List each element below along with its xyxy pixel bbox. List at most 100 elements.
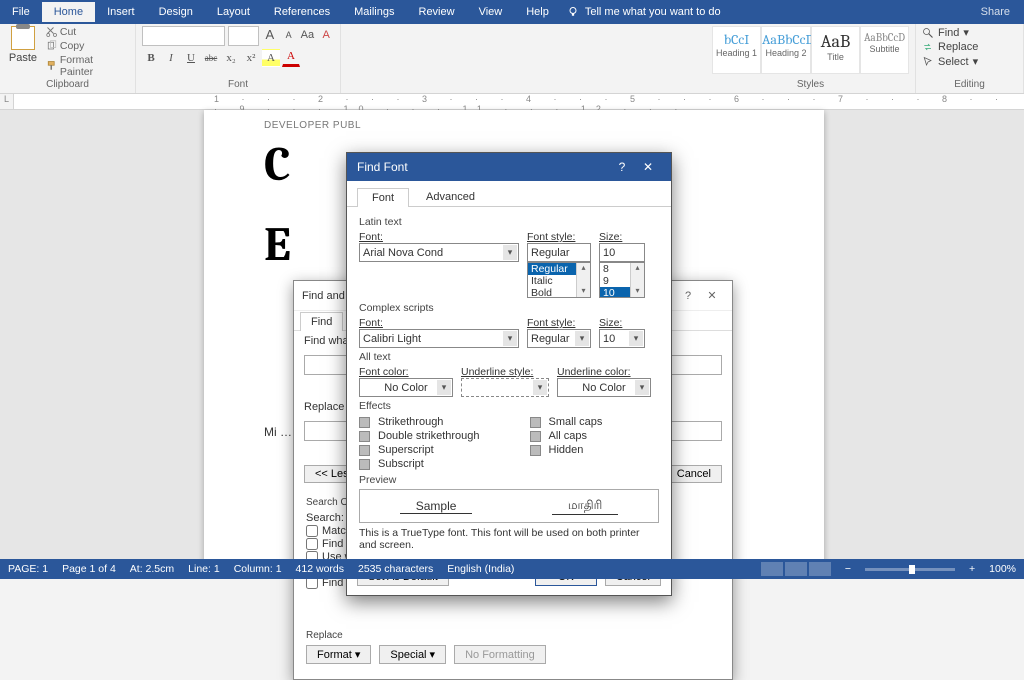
cb-small-caps[interactable]: Small caps	[530, 416, 603, 428]
ff-tab-font[interactable]: Font	[357, 188, 409, 207]
cb-all-caps[interactable]: All caps	[530, 430, 603, 442]
view-buttons[interactable]	[761, 562, 831, 576]
status-page-of[interactable]: Page 1 of 4	[62, 563, 116, 575]
italic-button[interactable]: I	[162, 49, 180, 67]
cb-subscript[interactable]: Subscript	[359, 458, 480, 470]
format-painter-button[interactable]: Format Painter	[46, 54, 129, 78]
tab-insert[interactable]: Insert	[95, 2, 147, 22]
bold-button[interactable]: B	[142, 49, 160, 67]
style-tile-title[interactable]: AaBTitle	[811, 26, 860, 74]
replace-button[interactable]: Replace	[922, 41, 1017, 53]
tab-mailings[interactable]: Mailings	[342, 2, 406, 22]
font-color-combo[interactable]: No Color▾	[359, 378, 453, 397]
change-case-button[interactable]: Aa	[300, 26, 316, 44]
fr-cancel-button[interactable]: Cancel	[666, 465, 722, 483]
font-size-combo[interactable]	[228, 26, 259, 46]
status-characters[interactable]: 2535 characters	[358, 563, 433, 575]
preview-label: Preview	[359, 474, 659, 486]
latin-size-combo[interactable]: 10	[599, 243, 645, 262]
find-font-dialog: Find Font ? ✕ Font Advanced Latin text F…	[346, 152, 672, 596]
ff-titlebar[interactable]: Find Font ? ✕	[347, 153, 671, 181]
latin-style-listbox[interactable]: Regular Italic Bold ▴▾	[527, 262, 591, 298]
text-highlight-button[interactable]: A	[262, 49, 280, 67]
zoom-level[interactable]: 100%	[989, 563, 1016, 575]
paintbrush-icon	[46, 60, 58, 72]
ff-tab-advanced[interactable]: Advanced	[411, 187, 490, 206]
tab-home[interactable]: Home	[42, 2, 95, 22]
horizontal-ruler[interactable]: L 1 · · · 2 · · · 3 · · · 4 · · · 5 · · …	[0, 94, 1024, 110]
tab-design[interactable]: Design	[147, 2, 205, 22]
tab-help[interactable]: Help	[514, 2, 561, 22]
sample-complex: மாதிரி	[552, 498, 618, 515]
font-style-label: Font style:	[527, 231, 591, 243]
tell-me[interactable]: Tell me what you want to do	[567, 6, 721, 18]
chevron-down-icon: ▾	[635, 380, 649, 395]
clear-formatting-button[interactable]: A	[318, 26, 334, 44]
style-tile-subtitle[interactable]: AaBbCcDSubtitle	[860, 26, 909, 74]
cb-strikethrough[interactable]: Strikethrough	[359, 416, 480, 428]
grow-font-button[interactable]: A	[262, 26, 278, 44]
styles-group: bCcIHeading 1 AaBbCcDHeading 2 AaBTitle …	[706, 24, 916, 93]
shrink-font-button[interactable]: A	[281, 26, 297, 44]
all-text-label: All text	[359, 351, 659, 363]
cb-double-strikethrough[interactable]: Double strikethrough	[359, 430, 480, 442]
underline-button[interactable]: U	[182, 49, 200, 67]
cut-button[interactable]: Cut	[46, 26, 129, 38]
complex-size-label: Size:	[599, 317, 645, 329]
styles-group-label: Styles	[712, 79, 909, 93]
strikethrough-button[interactable]: abc	[202, 49, 220, 67]
status-at: At: 2.5cm	[130, 563, 174, 575]
tab-view[interactable]: View	[467, 2, 515, 22]
underline-style-combo[interactable]: ▾	[461, 378, 549, 397]
underline-color-combo[interactable]: No Color▾	[557, 378, 651, 397]
style-tile-heading2[interactable]: AaBbCcDHeading 2	[761, 26, 811, 74]
fr-help-button[interactable]: ?	[676, 290, 700, 302]
paste-label: Paste	[6, 52, 40, 64]
share-button[interactable]: Share	[981, 6, 1010, 18]
tab-references[interactable]: References	[262, 2, 342, 22]
latin-style-combo[interactable]: Regular	[527, 243, 591, 262]
chevron-down-icon: ▾	[575, 331, 589, 346]
style-tile-heading1[interactable]: bCcIHeading 1	[712, 26, 761, 74]
zoom-out-button[interactable]: −	[845, 563, 851, 575]
special-button[interactable]: Special ▾	[379, 645, 446, 664]
no-formatting-button[interactable]: No Formatting	[454, 645, 546, 664]
superscript-button[interactable]: x²	[242, 49, 260, 67]
subscript-button[interactable]: x₂	[222, 49, 240, 67]
fr-close-button[interactable]: ✕	[700, 289, 724, 302]
cb-hidden[interactable]: Hidden	[530, 444, 603, 456]
zoom-in-button[interactable]: +	[969, 563, 975, 575]
complex-style-combo[interactable]: Regular▾	[527, 329, 591, 348]
font-color-label: Font color:	[359, 366, 453, 378]
font-label: Font:	[359, 231, 519, 243]
clipboard-group: Paste Cut Copy Format Painter Clipboard	[0, 24, 136, 93]
fr-tab-find[interactable]: Find	[300, 312, 343, 331]
copy-button[interactable]: Copy	[46, 40, 129, 52]
paste-icon	[11, 26, 35, 50]
font-name-combo[interactable]	[142, 26, 225, 46]
underline-color-label: Underline color:	[557, 366, 651, 378]
latin-font-combo[interactable]: Arial Nova Cond▾	[359, 243, 519, 262]
zoom-slider[interactable]	[865, 568, 955, 571]
latin-size-listbox[interactable]: 8 9 10 ▴▾	[599, 262, 645, 298]
tab-layout[interactable]: Layout	[205, 2, 262, 22]
tab-review[interactable]: Review	[407, 2, 467, 22]
complex-font-label: Font:	[359, 317, 519, 329]
complex-font-combo[interactable]: Calibri Light▾	[359, 329, 519, 348]
editing-group: Find ▾ Replace Select ▾ Editing	[916, 24, 1024, 93]
status-words[interactable]: 412 words	[296, 563, 344, 575]
paste-button[interactable]: Paste	[6, 26, 40, 79]
dropcap-1: C	[264, 145, 290, 185]
ff-help-button[interactable]: ?	[609, 160, 635, 174]
select-button[interactable]: Select ▾	[922, 55, 1017, 68]
complex-size-combo[interactable]: 10▾	[599, 329, 645, 348]
status-page-number[interactable]: PAGE: 1	[8, 563, 48, 575]
cb-superscript[interactable]: Superscript	[359, 444, 480, 456]
find-button[interactable]: Find ▾	[922, 26, 1017, 39]
status-language[interactable]: English (India)	[447, 563, 514, 575]
tab-file[interactable]: File	[0, 2, 42, 22]
ff-close-button[interactable]: ✕	[635, 160, 661, 174]
ruler-corner: L	[0, 94, 14, 109]
font-color-button[interactable]: A	[282, 49, 300, 67]
format-button[interactable]: Format ▾	[306, 645, 371, 664]
